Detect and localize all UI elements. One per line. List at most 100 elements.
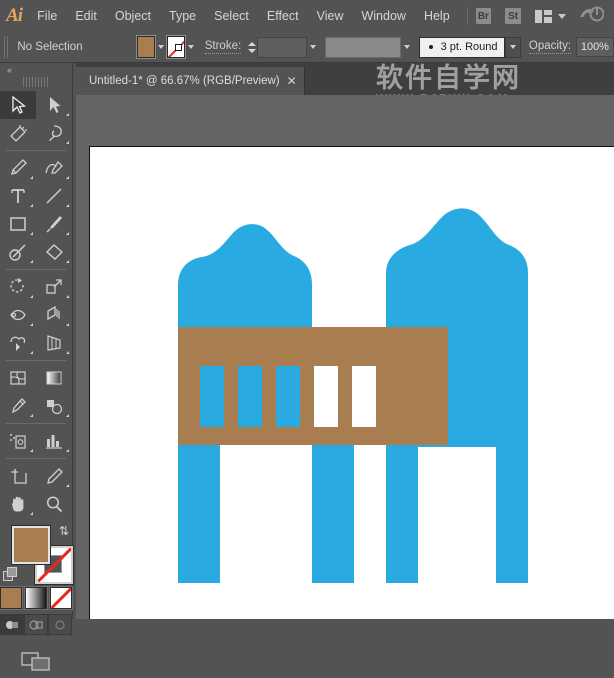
menu-type[interactable]: Type [160, 0, 205, 32]
draw-normal-button[interactable] [0, 614, 24, 635]
width-profile-chevron-icon[interactable] [401, 37, 413, 57]
pen-tool[interactable] [0, 154, 36, 182]
line-segment-tool[interactable] [36, 182, 72, 210]
width-tool[interactable] [0, 301, 36, 329]
control-bar-gripper[interactable] [4, 36, 10, 58]
tools-divider-5 [6, 458, 66, 459]
type-tool[interactable] [0, 182, 36, 210]
menu-file[interactable]: File [28, 0, 66, 32]
change-screen-mode-icon[interactable] [19, 649, 53, 678]
menubar-divider [467, 7, 468, 25]
hand-tool[interactable] [0, 490, 36, 518]
stroke-color-swatch[interactable] [167, 36, 185, 58]
stroke-weight-stepper[interactable] [247, 37, 257, 57]
artboard-tool[interactable] [0, 462, 36, 490]
mesh-tool[interactable] [0, 364, 36, 392]
fill-color-swatch[interactable] [137, 36, 155, 58]
tool-grid-6 [0, 462, 72, 518]
draw-inside-button[interactable] [48, 614, 72, 635]
stroke-weight-input[interactable] [257, 37, 307, 58]
opacity-input[interactable]: 100% [576, 37, 614, 57]
fill-dropdown-chevron-icon[interactable] [155, 37, 167, 57]
opacity-label: Opacity: [529, 40, 571, 54]
collapse-panel-button[interactable]: « [0, 63, 72, 77]
lasso-tool[interactable] [36, 119, 72, 147]
app-logo-icon: Ai [0, 0, 28, 32]
slice-tool[interactable] [36, 462, 72, 490]
selection-tool[interactable] [0, 91, 36, 119]
workspace-switcher[interactable] [535, 10, 566, 23]
tools-panel-gripper[interactable] [23, 77, 49, 87]
illustrator-window: Ai File Edit Object Type Select Effect V… [0, 0, 614, 619]
close-icon[interactable]: ✕ [280, 67, 304, 95]
fill-stroke-proxy: ⇅ [0, 522, 72, 584]
rotate-tool[interactable] [0, 273, 36, 301]
menu-select[interactable]: Select [205, 0, 258, 32]
tools-divider-4 [6, 423, 66, 424]
stroke-weight-chevron-icon[interactable] [307, 37, 319, 57]
zoom-tool[interactable] [36, 490, 72, 518]
artwork-crib-icon[interactable] [90, 147, 614, 619]
brush-definition-value: 3 pt. Round [441, 41, 498, 53]
stroke-dropdown-chevron-icon[interactable] [185, 37, 197, 57]
menu-object[interactable]: Object [106, 0, 160, 32]
document-tab-title: Untitled-1* @ 66.67% (RGB/Preview) [89, 75, 280, 87]
crib-slat-5 [352, 366, 376, 427]
paintbrush-tool[interactable] [36, 210, 72, 238]
bridge-button[interactable]: Br [476, 8, 492, 24]
tools-panel: « [0, 63, 73, 619]
shaper-tool[interactable] [0, 238, 36, 266]
rectangle-tool[interactable] [0, 210, 36, 238]
crib-left-headboard [178, 224, 312, 327]
swap-fill-stroke-icon[interactable]: ⇅ [59, 524, 69, 538]
default-fill-stroke-icon[interactable] [3, 567, 16, 580]
crib-slat-2 [238, 366, 262, 427]
menu-view[interactable]: View [308, 0, 353, 32]
curvature-tool[interactable] [36, 154, 72, 182]
color-swatch-button[interactable] [0, 587, 22, 609]
brush-preview-icon [429, 45, 433, 49]
chevron-down-icon [558, 14, 566, 19]
gradient-tool[interactable] [36, 364, 72, 392]
document-tab[interactable]: Untitled-1* @ 66.67% (RGB/Preview) ✕ [76, 67, 305, 95]
workspace-icon [535, 10, 552, 23]
tools-divider-2 [6, 269, 66, 270]
menu-bar: Ai File Edit Object Type Select Effect V… [0, 0, 614, 32]
free-transform-tool[interactable] [36, 301, 72, 329]
menu-effect[interactable]: Effect [258, 0, 308, 32]
tool-grid-2 [0, 154, 72, 266]
stroke-weight-label: Stroke: [205, 40, 241, 54]
drawing-mode-row [0, 614, 72, 635]
eyedropper-tool[interactable] [0, 392, 36, 420]
scale-tool[interactable] [36, 273, 72, 301]
menu-window[interactable]: Window [352, 0, 414, 32]
width-profile-field[interactable] [325, 37, 401, 58]
tool-grid [0, 91, 72, 147]
artboard[interactable] [90, 147, 614, 619]
menu-edit[interactable]: Edit [66, 0, 106, 32]
blend-tool[interactable] [36, 392, 72, 420]
brush-definition-field[interactable]: 3 pt. Round [419, 37, 506, 58]
perspective-grid-tool[interactable] [36, 329, 72, 357]
selection-status: No Selection [13, 41, 137, 53]
shape-builder-tool[interactable] [0, 329, 36, 357]
fill-proxy-swatch[interactable] [12, 526, 50, 564]
creative-cloud-icon[interactable] [578, 5, 604, 28]
magic-wand-tool[interactable] [0, 119, 36, 147]
control-bar: No Selection Stroke: 3 pt. Round Opacity… [0, 32, 614, 63]
none-swatch-button[interactable] [50, 587, 72, 609]
tool-grid-4 [0, 364, 72, 420]
brush-definition-chevron-icon[interactable] [505, 37, 521, 58]
symbol-sprayer-tool[interactable] [0, 427, 36, 455]
gradient-swatch-button[interactable] [25, 587, 47, 609]
stock-button[interactable]: St [505, 8, 521, 24]
draw-behind-button[interactable] [24, 614, 48, 635]
column-graph-tool[interactable] [36, 427, 72, 455]
eraser-tool[interactable] [36, 238, 72, 266]
direct-selection-tool[interactable] [36, 91, 72, 119]
crib-slat-1 [200, 366, 224, 427]
menu-help[interactable]: Help [415, 0, 459, 32]
tools-divider [6, 150, 66, 151]
tool-grid-5 [0, 427, 72, 455]
canvas-area[interactable] [76, 95, 614, 619]
